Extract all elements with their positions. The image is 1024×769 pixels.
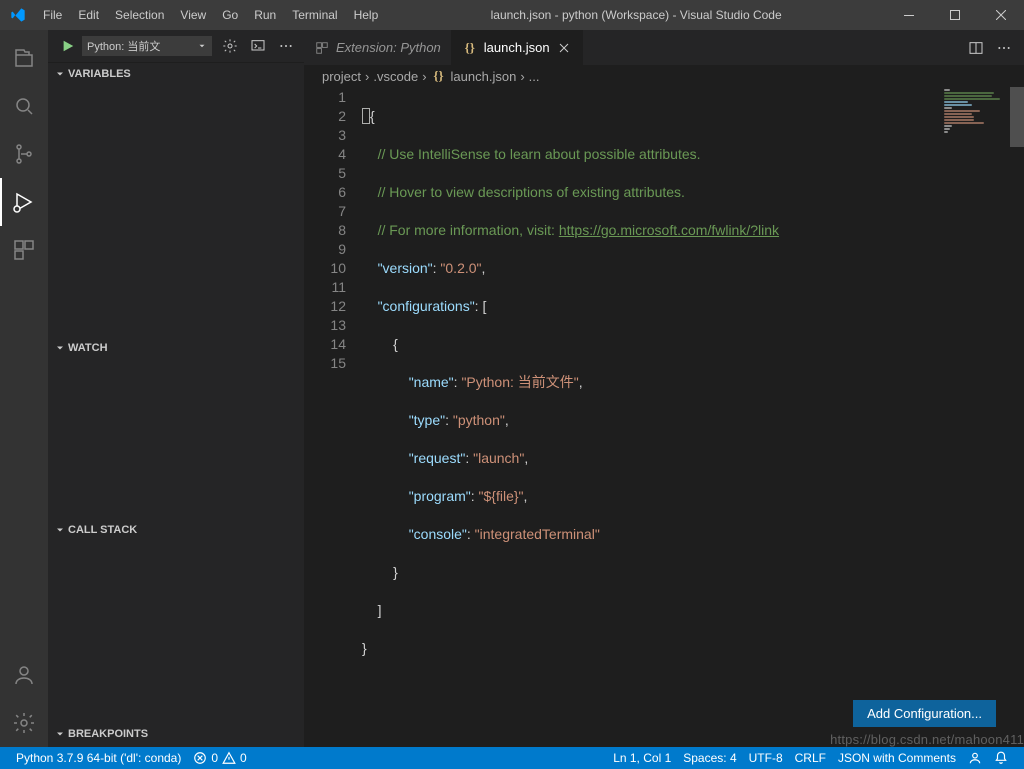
chevron-down-icon <box>52 522 68 538</box>
add-configuration-button[interactable]: Add Configuration... <box>853 700 996 727</box>
extensions-icon <box>314 40 330 56</box>
watch-body <box>48 359 304 519</box>
menu-run[interactable]: Run <box>246 0 284 30</box>
gear-icon[interactable] <box>220 36 240 56</box>
maximize-button[interactable] <box>932 0 978 30</box>
tab-extension-python[interactable]: Extension: Python <box>304 30 452 65</box>
code-editor[interactable]: 1 2 3 4 5 6 7 8 9 10 11 12 13 14 15 { //… <box>304 87 1024 747</box>
tab-label: Extension: Python <box>336 40 441 55</box>
breadcrumb[interactable]: project › .vscode › {} launch.json › ... <box>304 65 1024 87</box>
json-file-icon: {} <box>431 68 447 84</box>
chevron-down-icon <box>52 66 68 82</box>
editor-area: Extension: Python {} launch.json project… <box>304 30 1024 747</box>
breadcrumb-item[interactable]: .vscode <box>373 69 418 84</box>
status-python-interpreter[interactable]: Python 3.7.9 64-bit ('dl': conda) <box>10 747 187 769</box>
main-menu: File Edit Selection View Go Run Terminal… <box>35 0 386 30</box>
variables-body <box>48 85 304 337</box>
config-select-label: Python: 当前文 <box>87 38 160 54</box>
minimap[interactable] <box>930 87 1010 747</box>
status-cursor-position[interactable]: Ln 1, Col 1 <box>607 747 677 769</box>
status-problems[interactable]: 0 0 <box>187 747 252 769</box>
chevron-right-icon: › <box>365 69 369 84</box>
close-tab-icon[interactable] <box>556 40 572 56</box>
menu-file[interactable]: File <box>35 0 70 30</box>
tab-bar: Extension: Python {} launch.json <box>304 30 1024 65</box>
status-indentation[interactable]: Spaces: 4 <box>677 747 742 769</box>
status-encoding[interactable]: UTF-8 <box>743 747 789 769</box>
section-watch[interactable]: WATCH <box>48 337 304 359</box>
vscode-icon <box>0 7 35 23</box>
activity-explorer[interactable] <box>0 34 48 82</box>
breadcrumb-item[interactable]: ... <box>529 69 540 84</box>
tab-launch-json[interactable]: {} launch.json <box>452 30 583 65</box>
menu-edit[interactable]: Edit <box>70 0 107 30</box>
activity-accounts[interactable] <box>0 651 48 699</box>
status-feedback-icon[interactable] <box>962 747 988 769</box>
chevron-right-icon: › <box>520 69 524 84</box>
json-file-icon: {} <box>462 40 478 56</box>
vertical-scrollbar[interactable] <box>1010 87 1024 747</box>
launch-config-select[interactable]: Python: 当前文 <box>82 36 212 56</box>
chevron-down-icon <box>52 726 68 742</box>
menu-selection[interactable]: Selection <box>107 0 172 30</box>
start-debug-button[interactable] <box>60 38 76 54</box>
activity-bar <box>0 30 48 747</box>
more-icon[interactable] <box>276 36 296 56</box>
run-sidebar: Python: 当前文 VARIABLES WATCH CALL <box>48 30 304 747</box>
status-bar: Python 3.7.9 64-bit ('dl': conda) 0 0 Ln… <box>0 747 1024 769</box>
line-gutter: 1 2 3 4 5 6 7 8 9 10 11 12 13 14 15 <box>304 87 362 747</box>
callstack-body <box>48 541 304 723</box>
chevron-down-icon <box>52 340 68 356</box>
menu-terminal[interactable]: Terminal <box>284 0 345 30</box>
debug-toolbar: Python: 当前文 <box>48 30 304 63</box>
error-count: 0 <box>211 751 218 765</box>
chevron-right-icon: › <box>422 69 426 84</box>
watermark-text: https://blog.csdn.net/mahoon411 <box>830 732 1024 747</box>
activity-scm[interactable] <box>0 130 48 178</box>
activity-settings[interactable] <box>0 699 48 747</box>
minimize-button[interactable] <box>886 0 932 30</box>
menu-go[interactable]: Go <box>214 0 246 30</box>
more-actions-button[interactable] <box>992 36 1016 60</box>
close-button[interactable] <box>978 0 1024 30</box>
section-variables-label: VARIABLES <box>68 68 131 80</box>
menu-view[interactable]: View <box>172 0 214 30</box>
menu-help[interactable]: Help <box>346 0 387 30</box>
activity-search[interactable] <box>0 82 48 130</box>
warning-count: 0 <box>240 751 247 765</box>
section-variables[interactable]: VARIABLES <box>48 63 304 85</box>
split-editor-button[interactable] <box>964 36 988 60</box>
status-language-mode[interactable]: JSON with Comments <box>832 747 962 769</box>
section-watch-label: WATCH <box>68 342 108 354</box>
window-title: launch.json - python (Workspace) - Visua… <box>386 8 886 22</box>
section-callstack-label: CALL STACK <box>68 524 137 536</box>
code-content[interactable]: { // Use IntelliSense to learn about pos… <box>362 87 1024 747</box>
window-controls <box>886 0 1024 30</box>
breadcrumb-item[interactable]: project <box>322 69 361 84</box>
tab-label: launch.json <box>484 40 550 55</box>
status-eol[interactable]: CRLF <box>789 747 832 769</box>
activity-extensions[interactable] <box>0 226 48 274</box>
breadcrumb-item[interactable]: launch.json <box>451 69 517 84</box>
section-callstack[interactable]: CALL STACK <box>48 519 304 541</box>
section-breakpoints[interactable]: BREAKPOINTS <box>48 723 304 745</box>
title-bar: File Edit Selection View Go Run Terminal… <box>0 0 1024 30</box>
chevron-down-icon <box>197 41 207 51</box>
debug-console-icon[interactable] <box>248 36 268 56</box>
activity-run-debug[interactable] <box>0 178 48 226</box>
status-bell-icon[interactable] <box>988 747 1014 769</box>
section-breakpoints-label: BREAKPOINTS <box>68 728 148 740</box>
